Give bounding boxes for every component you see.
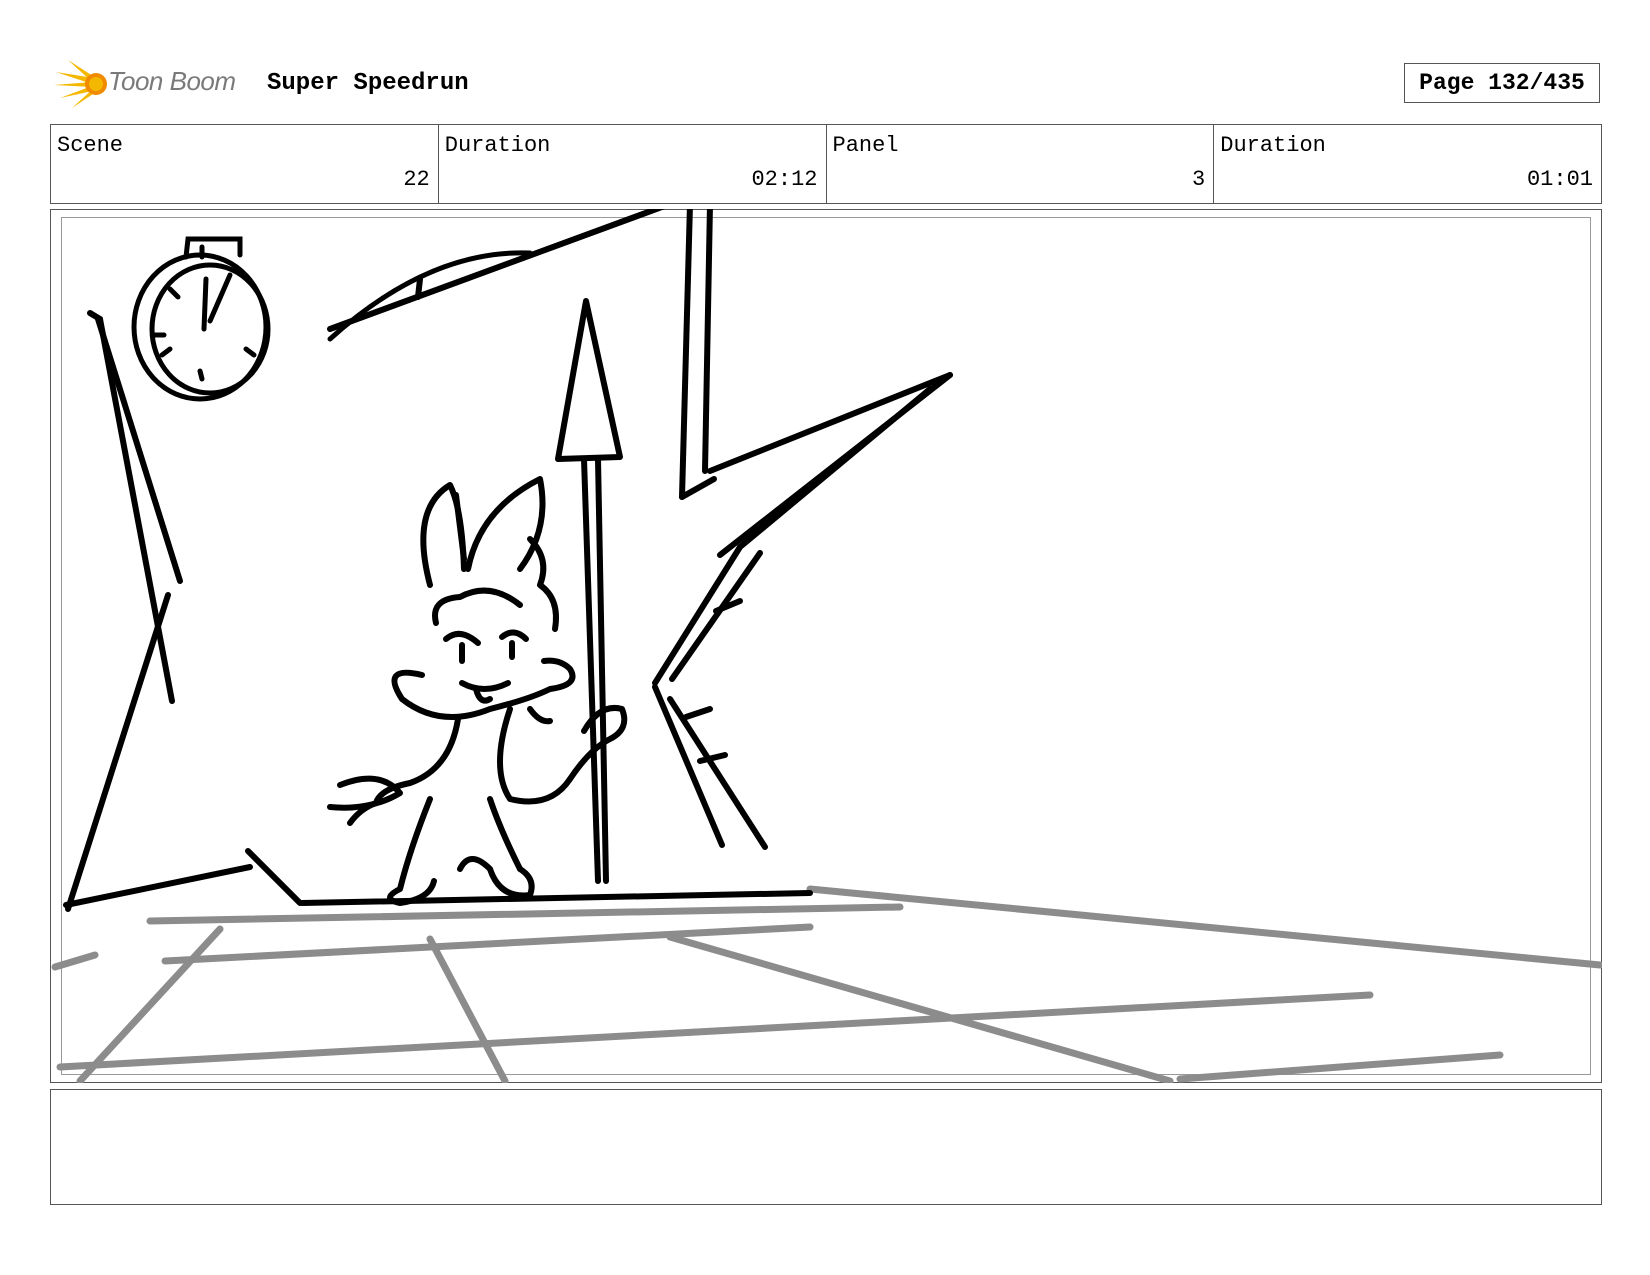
spear (555, 298, 623, 884)
toon-boom-logo: Toon Boom (54, 58, 254, 110)
panel-duration-cell: Duration 01:01 (1214, 125, 1601, 203)
notes-box (50, 1089, 1602, 1205)
starburst-icon (54, 60, 107, 108)
scene-info-row: Scene 22 Duration 02:12 Panel 3 Duration… (50, 124, 1602, 204)
floor-grid (51, 885, 1602, 1083)
scene-value: 22 (403, 167, 430, 192)
panel-duration-value: 01:01 (1526, 167, 1593, 192)
scene-duration-cell: Duration 02:12 (439, 125, 827, 203)
panel-duration-label: Duration (1220, 133, 1326, 158)
scene-cell: Scene 22 (51, 125, 439, 203)
scene-duration-label: Duration (444, 133, 551, 158)
panel-label: Panel (832, 133, 899, 158)
rabbit-character (327, 476, 628, 906)
scene-duration-value: 02:12 (751, 167, 818, 192)
star-sign (63, 209, 953, 912)
page-indicator: Page 132/435 (1404, 63, 1600, 103)
project-title: Super Speedrun (267, 70, 469, 97)
panel-cell: Panel 3 (827, 125, 1215, 203)
panel-value: 3 (1192, 167, 1206, 192)
logo-text: Toon Boom (108, 66, 236, 96)
scene-label: Scene (57, 133, 124, 158)
storyboard-sketch (51, 209, 1602, 1083)
stopwatch-icon (131, 236, 271, 402)
